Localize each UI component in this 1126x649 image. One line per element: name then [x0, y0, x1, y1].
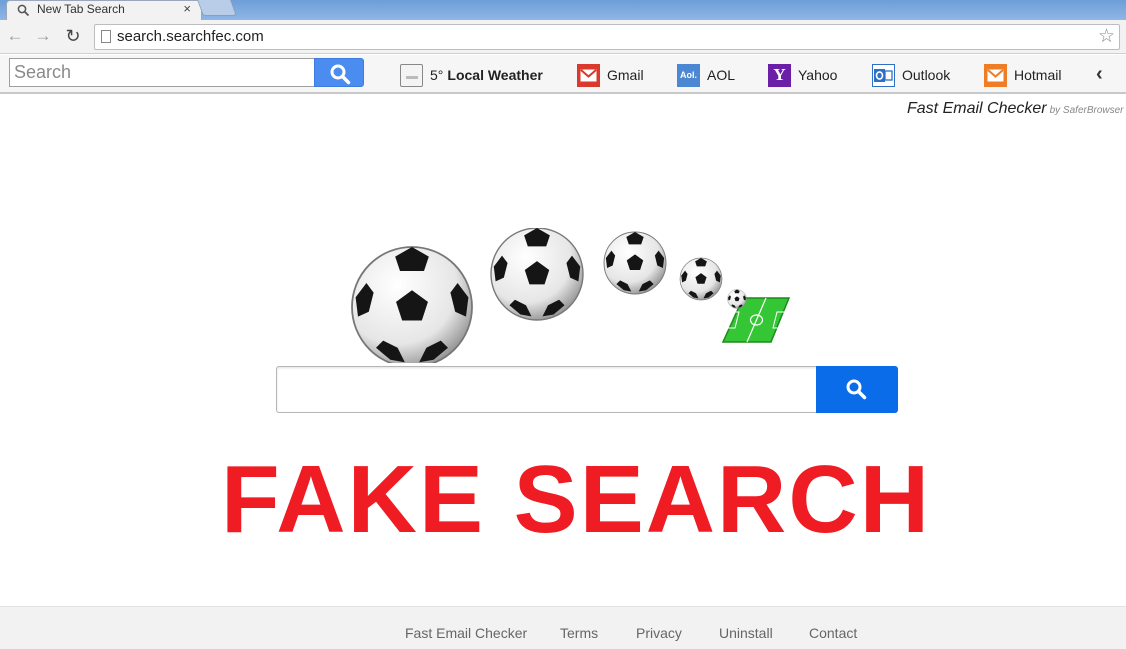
bookmark-star-icon[interactable]: ☆ — [1098, 26, 1115, 48]
main-search-input[interactable] — [276, 366, 818, 413]
weather-icon — [400, 63, 423, 87]
hotmail-label: Hotmail — [1014, 67, 1062, 83]
toolbar-search-input[interactable] — [9, 58, 316, 87]
weather-temperature: 5° — [430, 67, 444, 83]
tab-strip: New Tab Search × — [0, 0, 1126, 20]
weather-label: Local Weather — [447, 67, 543, 83]
footer-link-terms[interactable]: Terms — [560, 625, 598, 641]
soccer-ball-3 — [603, 231, 667, 295]
yahoo-icon: Y — [768, 63, 791, 87]
browser-toolbar: ← → ↻ search.searchfec.com ☆ — [0, 20, 1126, 54]
aol-label: AOL — [707, 67, 736, 83]
gmail-link[interactable]: Gmail — [577, 63, 644, 87]
yahoo-link[interactable]: Y Yahoo — [768, 63, 837, 87]
soccer-ball-4 — [679, 257, 723, 301]
soccer-balls-illustration — [351, 228, 791, 363]
back-arrow-icon[interactable]: ← — [4, 26, 26, 48]
page-icon — [101, 30, 111, 43]
tab-title: New Tab Search — [37, 2, 125, 16]
gmail-label: Gmail — [607, 67, 644, 83]
main-search-box — [276, 366, 898, 413]
address-url[interactable]: search.searchfec.com — [117, 25, 264, 49]
footer-link-contact[interactable]: Contact — [809, 625, 857, 641]
brand-by: by SaferBrowser — [1049, 105, 1124, 116]
hotmail-link[interactable]: Hotmail — [984, 63, 1061, 87]
chevron-left-icon[interactable]: ‹ — [1096, 63, 1103, 85]
forward-arrow-icon[interactable]: → — [32, 26, 54, 48]
aol-icon: Aol. — [677, 63, 700, 87]
hotmail-icon — [984, 63, 1007, 87]
address-bar[interactable]: search.searchfec.com ☆ — [94, 24, 1120, 50]
soccer-ball-1 — [351, 246, 473, 363]
toolbar-search-button[interactable] — [314, 58, 364, 87]
aol-link[interactable]: Aol. AOL — [677, 63, 735, 87]
search-icon — [330, 64, 351, 85]
fake-search-overlay: FAKE SEARCH — [220, 446, 932, 553]
soccer-ball-2 — [490, 228, 584, 321]
footer-link-uninstall[interactable]: Uninstall — [719, 625, 773, 641]
main-search-button[interactable] — [816, 366, 898, 413]
brand-line: Fast Email Checker by SaferBrowser — [907, 100, 1124, 118]
yahoo-label: Yahoo — [798, 67, 838, 83]
local-weather-link[interactable]: 5° Local Weather — [400, 63, 543, 87]
search-icon — [17, 4, 30, 17]
brand-name: Fast Email Checker — [907, 100, 1047, 117]
tab-close-icon[interactable]: × — [183, 1, 191, 16]
outlook-link[interactable]: Outlook — [872, 63, 950, 87]
outlook-icon — [872, 63, 895, 87]
extension-toolbar: 5° Local Weather Gmail Aol. AOL Y Yahoo … — [0, 55, 1126, 94]
footer-link-fast-email-checker[interactable]: Fast Email Checker — [405, 625, 527, 641]
browser-tab[interactable]: New Tab Search × — [6, 0, 202, 20]
reload-icon[interactable]: ↻ — [62, 26, 84, 48]
footer: Fast Email Checker Terms Privacy Uninsta… — [0, 606, 1126, 649]
footer-link-privacy[interactable]: Privacy — [636, 625, 682, 641]
search-icon — [846, 379, 867, 400]
soccer-ball-5 — [727, 289, 747, 309]
new-tab-button[interactable] — [197, 0, 237, 16]
gmail-icon — [577, 63, 600, 87]
outlook-label: Outlook — [902, 67, 951, 83]
